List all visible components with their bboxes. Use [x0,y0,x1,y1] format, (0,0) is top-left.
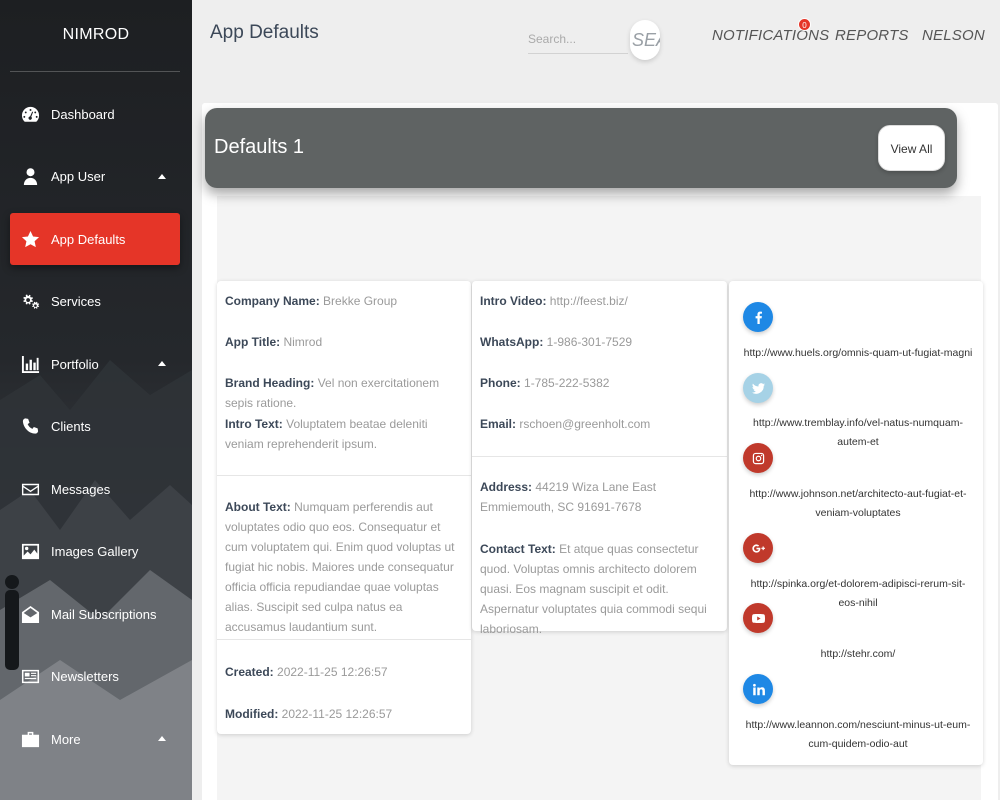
divider [217,475,471,476]
facebook-icon[interactable] [743,302,773,332]
app-title-field: App Title: Nimrod [225,335,323,349]
sidebar-item-label: Dashboard [51,106,115,122]
reports-link[interactable]: REPORTS [835,27,909,44]
brand-divider [10,71,180,72]
sidebar-item-messages[interactable]: Messages [10,463,180,515]
youtube-url-link[interactable]: http://stehr.com/ [742,645,974,664]
youtube-icon[interactable] [743,603,773,633]
intro-text-field: Intro Text: Voluptatem beatae deleniti v… [225,417,428,451]
instagram-url-link[interactable]: http://www.johnson.net/architecto-aut-fu… [742,485,974,523]
whatsapp-field: WhatsApp: 1-986-301-7529 [480,335,633,349]
sidebar-item-label: Images Gallery [51,544,139,559]
caret-up-icon [158,173,166,179]
search-button[interactable]: SEA [630,20,660,60]
company-name-field: Company Name: Brekke Group [225,294,398,308]
page-title: App Defaults [210,22,319,43]
briefcase-icon [20,729,40,749]
twitter-icon[interactable] [743,373,773,403]
notifications-link[interactable]: NOTIFICATIONS [712,27,829,44]
sidebar-item-images-gallery[interactable]: Images Gallery [10,526,180,578]
sidebar-item-app-user[interactable]: App User [10,151,180,203]
bar-chart-icon [20,354,40,374]
sidebar: NIMROD Dashboard App User App Defaults S… [0,0,192,800]
caret-up-icon [158,361,166,366]
email-field: Email: rschoen@greenholt.com [480,417,651,431]
search-input[interactable] [528,26,628,54]
brand-heading-field: Brand Heading: Vel non exercitationem se… [225,376,440,410]
contact-text-field: Contact Text: Et atque quas consectetur … [480,542,707,636]
image-icon [20,542,40,562]
sidebar-item-label: Portfolio [51,356,99,372]
created-field: Created: 2022-11-25 12:26:57 [225,665,388,679]
linkedin-url-link[interactable]: http://www.leannon.com/nesciunt-minus-ut… [742,716,974,754]
address-field: Address: 44219 Wiza Lane East Emmiemouth… [480,480,657,514]
sidebar-item-label: More [51,731,81,747]
sidebar-nav: Dashboard App User App Defaults Services [0,88,192,776]
newspaper-icon [20,667,40,687]
sidebar-item-label: Messages [51,481,111,497]
card-header: Defaults 1 View All [205,108,957,188]
user-menu-link[interactable]: NELSON [922,27,985,44]
dashboard-icon [20,104,40,124]
intro-video-field: Intro Video: http://feest.biz/ [480,294,628,308]
envelope-open-icon [20,604,40,624]
envelope-icon [20,479,40,499]
about-text-field: About Text: Numquam perferendis aut volu… [225,500,455,634]
cogs-icon [20,292,40,312]
sidebar-item-newsletters[interactable]: Newsletters [10,651,180,703]
view-all-button[interactable]: View All [878,125,945,171]
caret-up-icon [158,736,166,741]
divider [217,639,471,640]
sidebar-item-services[interactable]: Services [10,276,180,328]
instagram-icon[interactable] [743,443,773,473]
card-title: Defaults 1 [214,136,305,158]
sidebar-item-label: Clients [51,419,91,434]
linkedin-icon[interactable] [743,674,773,704]
phone-field: Phone: 1-785-222-5382 [480,376,610,390]
sidebar-item-dashboard[interactable]: Dashboard [10,88,180,140]
user-icon [20,167,40,187]
facebook-url-link[interactable]: http://www.huels.org/omnis-quam-ut-fugia… [742,344,974,363]
modified-field: Modified: 2022-11-25 12:26:57 [225,707,393,721]
sidebar-item-label: Services [51,294,101,309]
sidebar-item-clients[interactable]: Clients [10,401,180,453]
sidebar-item-app-defaults[interactable]: App Defaults [10,213,180,265]
star-icon [20,229,40,249]
sidebar-item-label: Mail Subscriptions [51,606,157,622]
google-plus-icon[interactable] [743,533,773,563]
sidebar-item-label: App Defaults [51,231,126,247]
sidebar-item-more[interactable]: More [10,713,180,765]
divider [472,456,727,457]
search-form: SEA [528,20,660,60]
brand-name[interactable]: NIMROD [0,26,192,44]
sidebar-item-portfolio[interactable]: Portfolio [10,338,180,390]
sidebar-item-label: App User [51,169,106,184]
notifications-count-badge: 0 [798,18,811,31]
phone-icon [20,417,40,437]
twitter-url-link[interactable]: http://www.tremblay.info/vel-natus-numqu… [742,414,974,452]
sidebar-item-label: Newsletters [51,669,119,684]
sidebar-item-mail-subscriptions[interactable]: Mail Subscriptions [10,588,180,640]
google-plus-url-link[interactable]: http://spinka.org/et-dolorem-adipisci-re… [742,575,974,613]
